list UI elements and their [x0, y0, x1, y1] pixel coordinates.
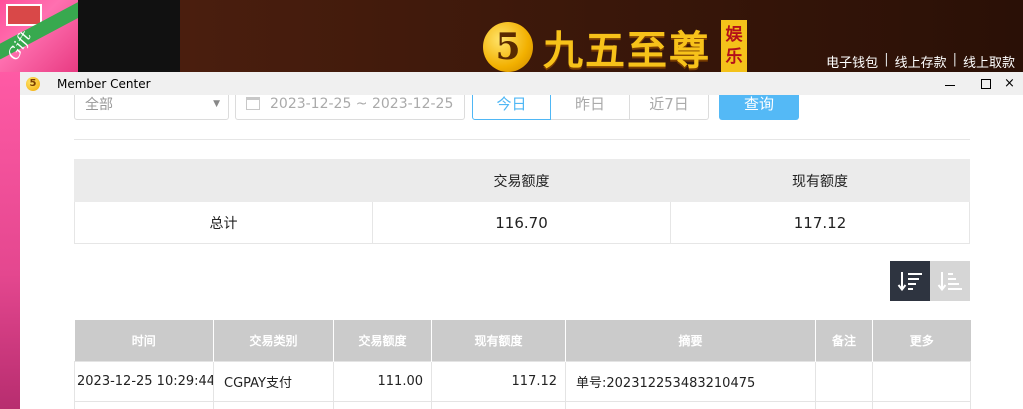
table-row-partial: [74, 400, 971, 409]
cell-empty: [74, 400, 214, 409]
promo-banner[interactable]: Gift: [0, 0, 78, 72]
date-range-input[interactable]: 2023-12-25 ~ 2023-12-25: [235, 95, 465, 120]
sort-desc-button[interactable]: [890, 261, 930, 301]
logo-badge: 娱乐: [721, 20, 747, 74]
link-separator: |: [952, 52, 957, 67]
summary-header-balance: 现有额度: [670, 159, 970, 202]
close-button[interactable]: ×: [1004, 72, 1023, 95]
logo-text: 九五至尊: [543, 27, 711, 74]
range-yesterday-button[interactable]: 昨日: [551, 95, 630, 120]
close-icon: ×: [1004, 76, 1015, 91]
summary-table: 交易额度 现有额度 总计 116.70 117.12: [74, 159, 970, 244]
cell-empty: [213, 400, 334, 409]
range-today-button[interactable]: 今日: [472, 95, 551, 120]
dropdown-caret-icon: ▼: [213, 98, 220, 109]
title-bar[interactable]: 5 Member Center ×: [20, 72, 1023, 95]
cell-empty: [431, 400, 566, 409]
cell-amount: 111.00: [333, 360, 432, 402]
summary-balance-total: 117.12: [670, 201, 970, 244]
logo-mark-icon: 5: [483, 22, 533, 72]
cell-balance: 117.12: [431, 360, 566, 402]
cell-empty: [872, 400, 971, 409]
section-divider: [74, 139, 970, 140]
date-range-value: 2023-12-25 ~ 2023-12-25: [270, 95, 454, 112]
filter-bar: 全部 ▼ 2023-12-25 ~ 2023-12-25 今日 昨日 近7日 查…: [74, 95, 799, 120]
minimize-button[interactable]: [932, 72, 968, 95]
summary-header-row: 交易额度 现有额度: [74, 159, 970, 202]
cell-empty: [333, 400, 432, 409]
sort-toggle: [890, 261, 970, 301]
table-row[interactable]: 2023-12-25 10:29:44 CGPAY支付 111.00 117.1…: [74, 360, 971, 402]
link-wallet[interactable]: 电子钱包: [826, 52, 878, 71]
cell-summary: 单号:202312253483210475: [565, 360, 816, 402]
col-header-balance[interactable]: 现有额度: [431, 320, 566, 361]
col-header-time[interactable]: 时间: [74, 320, 214, 361]
sort-ascending-icon: [937, 272, 962, 292]
transaction-table: 时间 交易类别 交易额度 现有额度 摘要 备注 更多 2023-12-25 10…: [74, 320, 971, 409]
col-header-summary[interactable]: 摘要: [565, 320, 816, 361]
cell-note: [815, 360, 873, 402]
transaction-type-select[interactable]: 全部 ▼: [74, 95, 229, 120]
calendar-icon: [246, 97, 260, 110]
summary-header-trade: 交易额度: [372, 159, 671, 202]
top-links: 电子钱包 | 线上存款 | 线上取款: [826, 52, 1015, 71]
col-header-more[interactable]: 更多: [872, 320, 971, 361]
link-separator: |: [884, 52, 889, 67]
transaction-type-value: 全部: [85, 96, 113, 113]
cell-more[interactable]: [872, 360, 971, 402]
window-content: 全部 ▼ 2023-12-25 ~ 2023-12-25 今日 昨日 近7日 查…: [20, 95, 1023, 409]
site-logo[interactable]: 5 九五至尊 娱乐: [483, 18, 747, 76]
app-icon: 5: [26, 76, 40, 91]
summary-total-row: 总计 116.70 117.12: [74, 201, 970, 244]
window-title: Member Center: [57, 76, 151, 91]
cell-empty: [815, 400, 873, 409]
summary-total-label: 总计: [74, 201, 373, 244]
background-side-strip: [0, 72, 20, 409]
quick-range-group: 今日 昨日 近7日: [472, 95, 709, 120]
sort-asc-button[interactable]: [930, 261, 970, 301]
transaction-header-row: 时间 交易类别 交易额度 现有额度 摘要 备注 更多: [74, 320, 971, 361]
maximize-button[interactable]: [968, 72, 1004, 95]
col-header-amount[interactable]: 交易额度: [333, 320, 432, 361]
cell-category: CGPAY支付: [213, 360, 334, 402]
member-center-window: 5 Member Center × 全部 ▼ 2023-12-25 ~ 2023…: [20, 72, 1023, 409]
query-button[interactable]: 查询: [719, 95, 799, 120]
col-header-category[interactable]: 交易类别: [213, 320, 334, 361]
link-withdraw[interactable]: 线上取款: [963, 52, 1015, 71]
col-header-note[interactable]: 备注: [815, 320, 873, 361]
cell-time: 2023-12-25 10:29:44: [74, 360, 214, 402]
summary-trade-total: 116.70: [372, 201, 671, 244]
link-deposit[interactable]: 线上存款: [895, 52, 947, 71]
maximize-icon: [981, 78, 991, 89]
cell-empty: [565, 400, 816, 409]
range-7days-button[interactable]: 近7日: [630, 95, 709, 120]
summary-header-blank: [74, 159, 373, 202]
sort-descending-icon: [897, 272, 922, 292]
minimize-icon: [945, 84, 955, 87]
